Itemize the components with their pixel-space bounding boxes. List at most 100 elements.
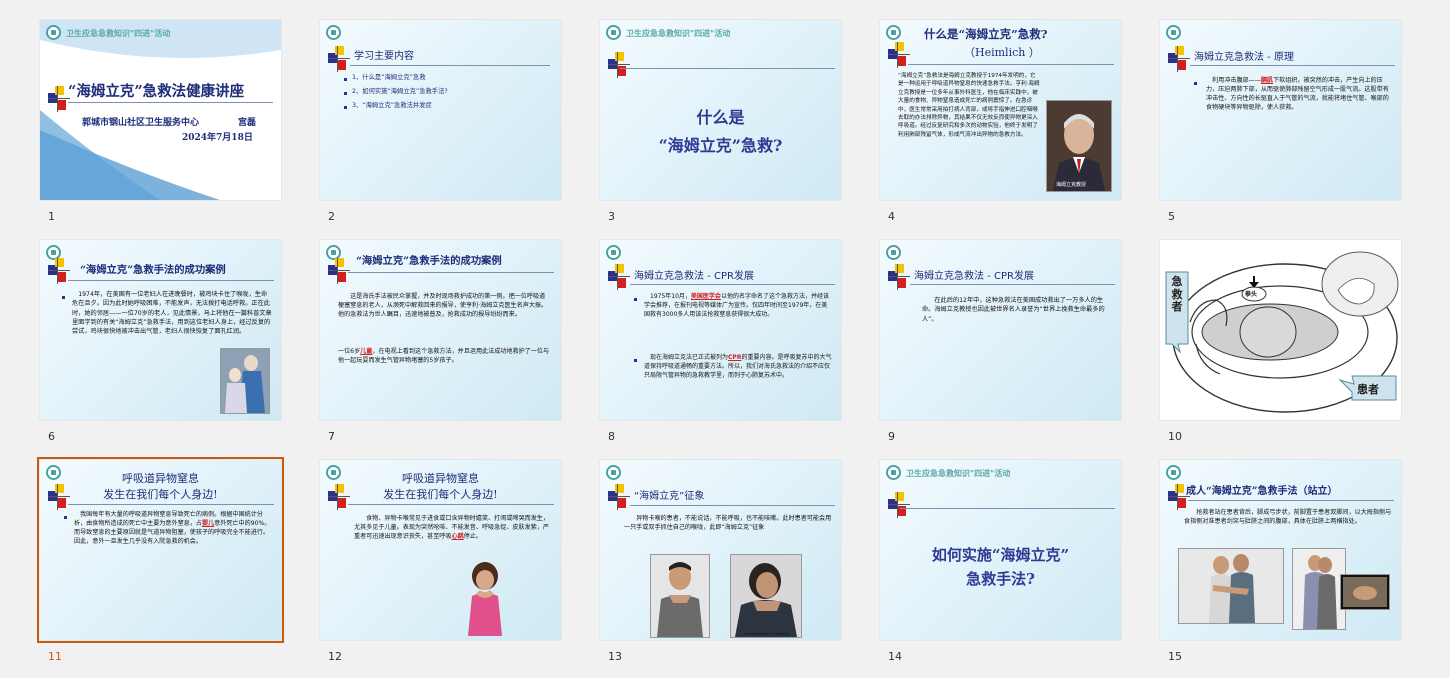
standing-heimlich-photo-2 (1292, 548, 1346, 630)
slide-thumb-10[interactable]: 急救者 拳头 患者 10 (1160, 240, 1401, 443)
bullet-icon (62, 296, 65, 299)
slide-number: 12 (328, 650, 342, 663)
slide-thumb-6[interactable]: “海姆立克”急救手法的成功案例 1974年，在美国有一位老妇人在进晚餐时，被鸡块… (40, 240, 281, 443)
body-text-2: 一位6岁儿童，在电视上看到这个急救方法，并且运用此法成功地救护了一位与他一起玩耍… (338, 348, 550, 365)
title-underline (900, 508, 1115, 509)
slide-number: 1 (48, 210, 55, 223)
slide-number: 11 (48, 650, 62, 663)
slide-title-line2: 发生在我们每个人身边! (383, 488, 498, 501)
slide-number: 9 (888, 430, 895, 443)
slide-14[interactable]: 卫生应急急救知识"四进"活动 如何实施“海姆立克” 急救手法? (880, 460, 1121, 640)
body-text: 利用冲击腹部——膈肌下软组织，被突然的冲击，产生向上的压力，压迫两肺下部，从而驱… (1206, 77, 1389, 112)
body-text: 这是海氏手法被民众掌握，并及时现场救护成功的第一例。把一位呼吸道梗塞窒息的老人，… (338, 293, 548, 319)
title-underline (1190, 65, 1395, 66)
decor-squares-icon (608, 52, 630, 78)
slide-thumb-9[interactable]: 海姆立克急救法 - CPR发展 在此后的12年中，这种急救法在美国成功救出了一万… (880, 240, 1121, 443)
slide-thumb-4[interactable]: 什么是“海姆立克”急救? （Heimlich ） “海姆立克”急救法是海姆立克教… (880, 20, 1121, 223)
decor-squares-icon (608, 484, 630, 510)
header-brand: 卫生应急急救知识"四进"活动 (906, 468, 1011, 478)
slide-thumb-3[interactable]: 卫生应急急救知识"四进"活动 什么是 “海姆立克”急救? 3 (600, 20, 841, 223)
slide-number: 2 (328, 210, 335, 223)
slide-thumb-8[interactable]: 海姆立克急救法 - CPR发展 1975年10月，美国医学会以他的名字命名了这个… (600, 240, 841, 443)
section-title-line1: 如何实施“海姆立克” (931, 546, 1070, 564)
title-underline (1188, 500, 1394, 501)
title-underline (68, 504, 274, 505)
slide-number: 8 (608, 430, 615, 443)
bullet-icon (1194, 82, 1197, 85)
slide-13[interactable]: “海姆立克”征象 异物卡喉的患者，不能说话，不能呼吸，也不能咳嗽。此时患者可能会… (600, 460, 841, 640)
logo-icon (46, 25, 61, 40)
slide-5[interactable]: 海姆立克急救法 - 原理 利用冲击腹部——膈肌下软组织，被突然的冲击，产生向上的… (1160, 20, 1401, 200)
label-rescuer: 急救者 (1171, 275, 1183, 314)
slide-9[interactable]: 海姆立克急救法 - CPR发展 在此后的12年中，这种急救法在美国成功救出了一万… (880, 240, 1121, 420)
agenda-item: 2、如何实施“海姆立克”急救手法? (352, 88, 448, 95)
slide-title: “海姆立克”急救手法的成功案例 (356, 255, 502, 267)
slide-number: 13 (608, 650, 622, 663)
slide-title-line1: 呼吸道异物窒息 (402, 472, 479, 485)
slide-title-line1: 呼吸道异物窒息 (122, 472, 199, 485)
slide-thumb-5[interactable]: 海姆立克急救法 - 原理 利用冲击腹部——膈肌下软组织，被突然的冲击，产生向上的… (1160, 20, 1401, 223)
hand-position-inset-photo (1340, 574, 1390, 610)
bullet-icon (344, 92, 347, 95)
slide-thumb-7[interactable]: “海姆立克”急救手法的成功案例 这是海氏手法被民众掌握，并及时现场救护成功的第一… (320, 240, 561, 443)
slide-title: “海姆立克”急救法健康讲座 (68, 83, 245, 100)
body-text: 抢救者站在患者背后，脚成弓步状，前脚置于患者双脚间，以大拇指侧与食指侧对准患者剑… (1184, 509, 1392, 526)
slide-thumb-13[interactable]: “海姆立克”征象 异物卡喉的患者，不能说话，不能呼吸，也不能咳嗽。此时患者可能会… (600, 460, 841, 663)
agenda-item: 3、“海姆立克”急救法并发症 (352, 102, 432, 109)
slide-12[interactable]: 呼吸道异物窒息 发生在我们每个人身边! 食物、异物卡喉常见于进食或口含异物时嬉笑… (320, 460, 561, 640)
title-underline (68, 280, 274, 281)
slide-10[interactable]: 急救者 拳头 患者 (1160, 240, 1401, 420)
header-brand: 卫生应急急救知识"四进"活动 (626, 28, 731, 38)
title-underline (620, 68, 835, 69)
slide-number: 15 (1168, 650, 1182, 663)
slide-thumb-2[interactable]: 学习主要内容 1、什么是“海姆立克”急救 2、如何实施“海姆立克”急救手法? 3… (320, 20, 561, 223)
slide-7[interactable]: “海姆立克”急救手法的成功案例 这是海氏手法被民众掌握，并及时现场救护成功的第一… (320, 240, 561, 420)
slide-thumb-14[interactable]: 卫生应急急救知识"四进"活动 如何实施“海姆立克” 急救手法? 14 (880, 460, 1121, 663)
title-underline (908, 64, 1114, 65)
slide-3[interactable]: 卫生应急急救知识"四进"活动 什么是 “海姆立克”急救? (600, 20, 841, 200)
body-text: 1975年10月，美国医学会以他的名字命名了这个急救方法，并经该学会推荐，在报刊… (644, 293, 829, 318)
body-text-2: 现在海姆立克法已正式被列为CPR的重要内容。是呼吸复苏中的大气道保持呼吸道通畅的… (644, 354, 832, 379)
bullet-icon (634, 298, 637, 301)
logo-icon (1166, 25, 1181, 40)
slide-thumb-11[interactable]: 呼吸道异物窒息 发生在我们每个人身边! 我国每年有大量的呼吸道异物窒息导致死亡的… (37, 457, 284, 663)
slide-thumb-1[interactable]: 卫生应急急救知识"四进"活动 “海姆立克”急救法健康讲座 郭城市钢山社区卫生服务… (40, 20, 281, 223)
choking-child-photo (468, 562, 502, 636)
slide-1[interactable]: 卫生应急急救知识"四进"活动 “海姆立克”急救法健康讲座 郭城市钢山社区卫生服务… (40, 20, 281, 200)
slide-number: 5 (1168, 210, 1175, 223)
date: 2024年7月18日 (182, 133, 253, 143)
header-brand: 卫生应急急救知识"四进"活动 (66, 28, 171, 38)
slide-8[interactable]: 海姆立克急救法 - CPR发展 1975年10月，美国医学会以他的名字命名了这个… (600, 240, 841, 420)
slide-title: 学习主要内容 (354, 51, 414, 62)
slide-thumb-12[interactable]: 呼吸道异物窒息 发生在我们每个人身边! 食物、异物卡喉常见于进食或口含异物时嬉笑… (320, 460, 561, 663)
slide-title: “海姆立克”征象 (634, 491, 705, 502)
slide-title-line2: 发生在我们每个人身边! (103, 488, 218, 501)
elderly-couple-photo (220, 348, 270, 414)
section-title-line1: 什么是 (696, 108, 745, 127)
logo-icon (606, 465, 621, 480)
decor-squares-icon (48, 258, 70, 284)
logo-icon (886, 465, 901, 480)
body-text: 食物、异物卡喉常见于进食或口含异物时嬉笑、打闹或啼哭而发生，尤其多见于儿童。表现… (354, 515, 549, 541)
logo-icon (886, 25, 901, 40)
slide-title: “海姆立克”急救手法的成功案例 (80, 264, 226, 276)
slide-number: 3 (608, 210, 615, 223)
slide-6[interactable]: “海姆立克”急救手法的成功案例 1974年，在美国有一位老妇人在进晚餐时，被鸡块… (40, 240, 281, 420)
photo-caption: 海姆立克教授 (1056, 182, 1087, 188)
choking-woman-photo (730, 554, 802, 638)
bullet-icon (344, 106, 347, 109)
slide-11[interactable]: 呼吸道异物窒息 发生在我们每个人身边! 我国每年有大量的呼吸道异物窒息导致死亡的… (37, 457, 284, 643)
presenter: 宫磊 (238, 118, 257, 128)
slide-title: 海姆立克急救法 - 原理 (1194, 52, 1294, 63)
org-name: 郭城市钢山社区卫生服务中心 (82, 118, 200, 128)
slide-2[interactable]: 学习主要内容 1、什么是“海姆立克”急救 2、如何实施“海姆立克”急救手法? 3… (320, 20, 561, 200)
decor-squares-icon (48, 86, 70, 112)
photo-caption: Universal sign of choking (744, 632, 790, 636)
slide-number: 14 (888, 650, 902, 663)
title-underline (68, 102, 273, 103)
slide-15[interactable]: 成人“海姆立克”急救手法（站立） 抢救者站在患者背后，脚成弓步状，前脚置于患者双… (1160, 460, 1401, 640)
body-text: “海姆立克”急救法是海姆立克教授于1974年发明的，它是一种运用于呼吸道异物窒息… (898, 73, 1040, 138)
slide-4[interactable]: 什么是“海姆立克”急救? （Heimlich ） “海姆立克”急救法是海姆立克教… (880, 20, 1121, 200)
slide-thumb-15[interactable]: 成人“海姆立克”急救手法（站立） 抢救者站在患者背后，脚成弓步状，前脚置于患者双… (1160, 460, 1401, 663)
title-underline (348, 272, 554, 273)
